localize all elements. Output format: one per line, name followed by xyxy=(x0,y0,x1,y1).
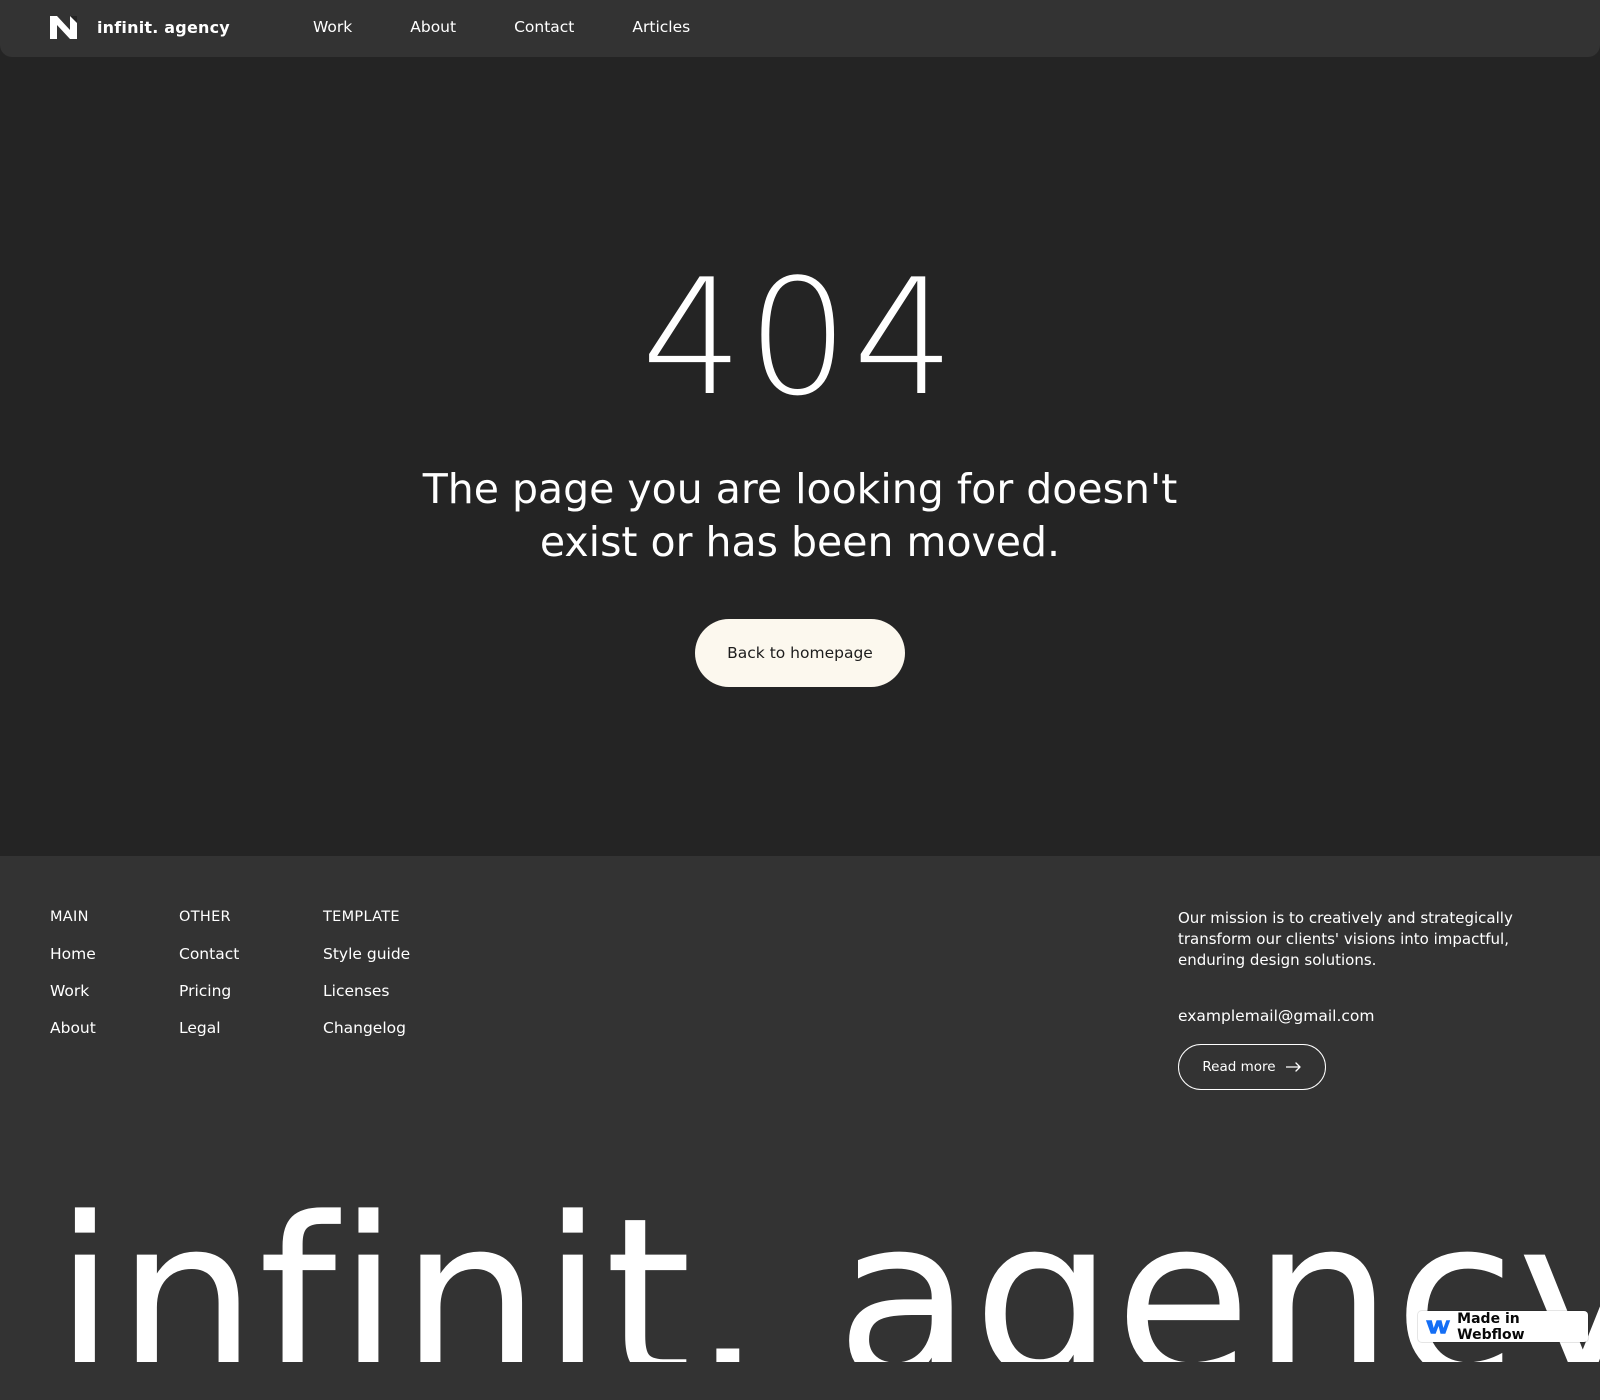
brand-link[interactable]: infinit. agency xyxy=(50,16,230,39)
error-code: 404 xyxy=(641,244,959,431)
nav-links: Work About Contact Articles xyxy=(313,18,690,36)
footer-link-licenses[interactable]: Licenses xyxy=(323,982,410,1000)
footer-link-contact[interactable]: Contact xyxy=(179,945,239,963)
read-more-button[interactable]: Read more xyxy=(1178,1044,1326,1090)
nav-link-articles[interactable]: Articles xyxy=(632,18,690,36)
footer-wordmark-clip: infinit. agency xyxy=(0,1182,1600,1362)
hero-section: 404 The page you are looking for doesn't… xyxy=(0,0,1600,856)
footer-column-title: MAIN xyxy=(50,909,89,925)
footer-column-main: MAIN Home Work About xyxy=(50,908,96,1056)
footer-column-title: OTHER xyxy=(179,909,231,925)
footer-wordmark: infinit. agency xyxy=(54,1182,1600,1362)
footer-column-template: TEMPLATE Style guide Licenses Changelog xyxy=(323,908,410,1056)
footer-column-other: OTHER Contact Pricing Legal xyxy=(179,908,239,1056)
footer-link-legal[interactable]: Legal xyxy=(179,1019,239,1037)
contact-email-link[interactable]: examplemail@gmail.com xyxy=(1178,1007,1375,1025)
back-to-homepage-button[interactable]: Back to homepage xyxy=(695,619,905,687)
footer-link-home[interactable]: Home xyxy=(50,945,96,963)
nav-link-contact[interactable]: Contact xyxy=(514,18,574,36)
nav-link-work[interactable]: Work xyxy=(313,18,352,36)
mission-statement: Our mission is to creatively and strateg… xyxy=(1178,909,1513,969)
footer-link-work[interactable]: Work xyxy=(50,982,96,1000)
error-message: The page you are looking for doesn't exi… xyxy=(422,465,1178,566)
footer-link-about[interactable]: About xyxy=(50,1019,96,1037)
webflow-badge-label: Made in Webflow xyxy=(1457,1310,1525,1343)
page: infinit. agency Work About Contact Artic… xyxy=(0,0,1600,1400)
footer-link-pricing[interactable]: Pricing xyxy=(179,982,239,1000)
footer-column-title: TEMPLATE xyxy=(323,909,400,925)
made-in-webflow-badge[interactable]: Made in Webflow xyxy=(1418,1310,1588,1343)
footer-link-style-guide[interactable]: Style guide xyxy=(323,945,410,963)
logo-icon xyxy=(50,16,77,39)
navbar: infinit. agency Work About Contact Artic… xyxy=(0,0,1600,57)
read-more-label: Read more xyxy=(1202,1059,1276,1075)
brand-name: infinit. agency xyxy=(97,18,230,37)
arrow-right-icon xyxy=(1285,1062,1301,1072)
footer-link-changelog[interactable]: Changelog xyxy=(323,1019,410,1037)
nav-link-about[interactable]: About xyxy=(410,18,456,36)
webflow-icon xyxy=(1425,1319,1451,1334)
footer: MAIN Home Work About OTHER Contact Prici… xyxy=(0,856,1600,1400)
